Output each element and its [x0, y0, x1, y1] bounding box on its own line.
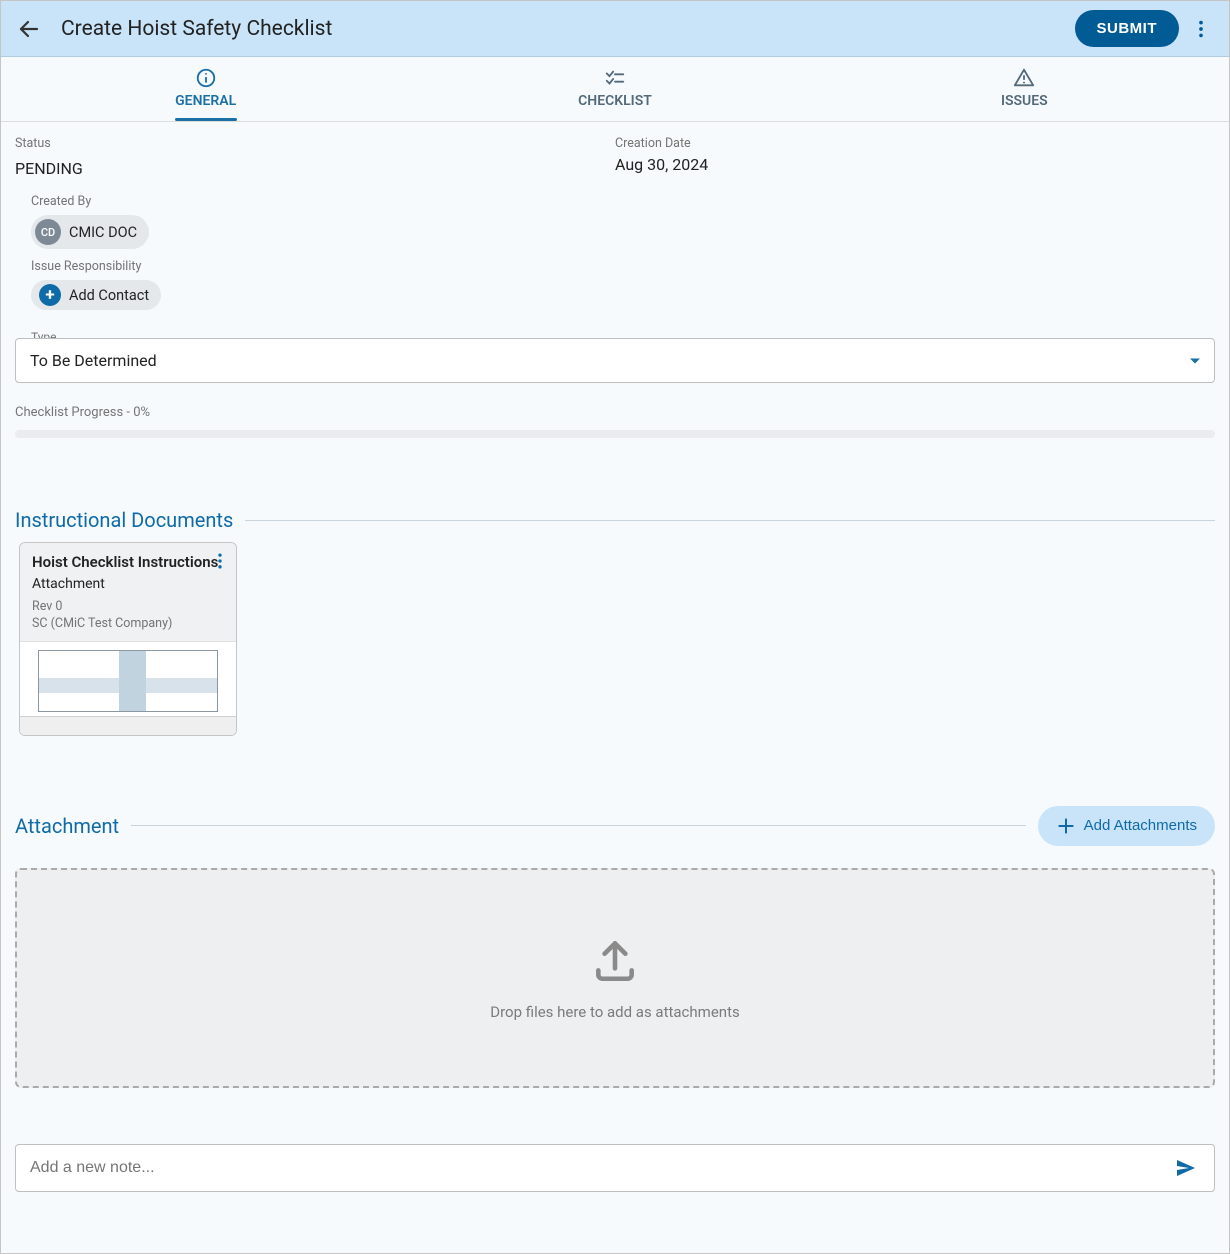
created-by-chip[interactable]: CD CMIC DOC: [31, 215, 149, 249]
add-attachments-button[interactable]: Add Attachments: [1038, 806, 1215, 846]
created-by-label: Created By: [31, 194, 1215, 209]
tab-checklist[interactable]: CHECKLIST: [410, 57, 819, 121]
attachment-title: Attachment: [15, 814, 119, 838]
header-overflow-menu[interactable]: [1183, 11, 1219, 47]
more-vert-icon: [210, 551, 230, 571]
tab-issues[interactable]: ISSUES: [820, 57, 1229, 121]
checklist-progress-label: Checklist Progress - 0%: [1, 397, 1229, 424]
attachment-dropzone[interactable]: Drop files here to add as attachments: [15, 868, 1215, 1088]
tab-issues-label: ISSUES: [1001, 93, 1048, 109]
note-composer: [15, 1144, 1215, 1192]
content-area: Status PENDING Creation Date Aug 30, 202…: [1, 122, 1229, 1253]
plus-icon: [1056, 816, 1076, 836]
tab-general-label: GENERAL: [175, 93, 236, 109]
tabbar: GENERAL CHECKLIST ISSUES: [1, 57, 1229, 122]
doc-rev: Rev 0: [32, 598, 224, 616]
page-title: Create Hoist Safety Checklist: [61, 17, 1075, 41]
checklist-icon: [604, 67, 626, 89]
creation-date-value: Aug 30, 2024: [615, 155, 1215, 174]
tab-checklist-label: CHECKLIST: [578, 93, 652, 109]
type-select[interactable]: To Be Determined: [15, 338, 1215, 383]
doc-title: Hoist Checklist Instructions: [32, 553, 224, 572]
created-by-name: CMIC DOC: [69, 224, 137, 241]
avatar: CD: [35, 219, 61, 245]
doc-thumbnail: [20, 641, 236, 735]
section-instructional-documents: Instructional Documents: [15, 508, 1215, 532]
document-card[interactable]: Hoist Checklist Instructions Attachment …: [19, 542, 237, 736]
doc-subtitle: Attachment: [32, 576, 224, 592]
add-contact-label: Add Contact: [69, 287, 149, 304]
arrow-left-icon: [17, 17, 41, 41]
note-input[interactable]: [30, 1145, 1168, 1191]
checklist-progress-bar: [15, 430, 1215, 438]
submit-button[interactable]: SUBMIT: [1075, 10, 1180, 47]
add-contact-button[interactable]: + Add Contact: [31, 280, 161, 310]
upload-icon: [590, 935, 640, 985]
status-label: Status: [15, 136, 615, 151]
info-icon: [195, 67, 217, 89]
doc-owner: SC (CMiC Test Company): [32, 615, 224, 633]
add-attachments-label: Add Attachments: [1084, 817, 1197, 834]
divider: [245, 520, 1215, 521]
warning-icon: [1013, 67, 1035, 89]
more-vert-icon: [1190, 18, 1212, 40]
creation-date-label: Creation Date: [615, 136, 1215, 151]
send-note-button[interactable]: [1168, 1150, 1204, 1186]
status-value: PENDING: [15, 159, 615, 178]
back-button[interactable]: [11, 11, 47, 47]
app-header: Create Hoist Safety Checklist SUBMIT: [1, 1, 1229, 57]
issue-responsibility-label: Issue Responsibility: [31, 259, 1215, 274]
type-value: To Be Determined: [30, 351, 157, 370]
divider: [131, 825, 1026, 826]
tab-general[interactable]: GENERAL: [1, 57, 410, 121]
instructional-documents-title: Instructional Documents: [15, 508, 233, 532]
plus-circle-icon: +: [39, 284, 61, 306]
doc-overflow-menu[interactable]: [210, 551, 230, 575]
section-attachment: Attachment Add Attachments: [15, 806, 1215, 846]
dropzone-text: Drop files here to add as attachments: [490, 1003, 739, 1021]
send-icon: [1174, 1156, 1198, 1180]
